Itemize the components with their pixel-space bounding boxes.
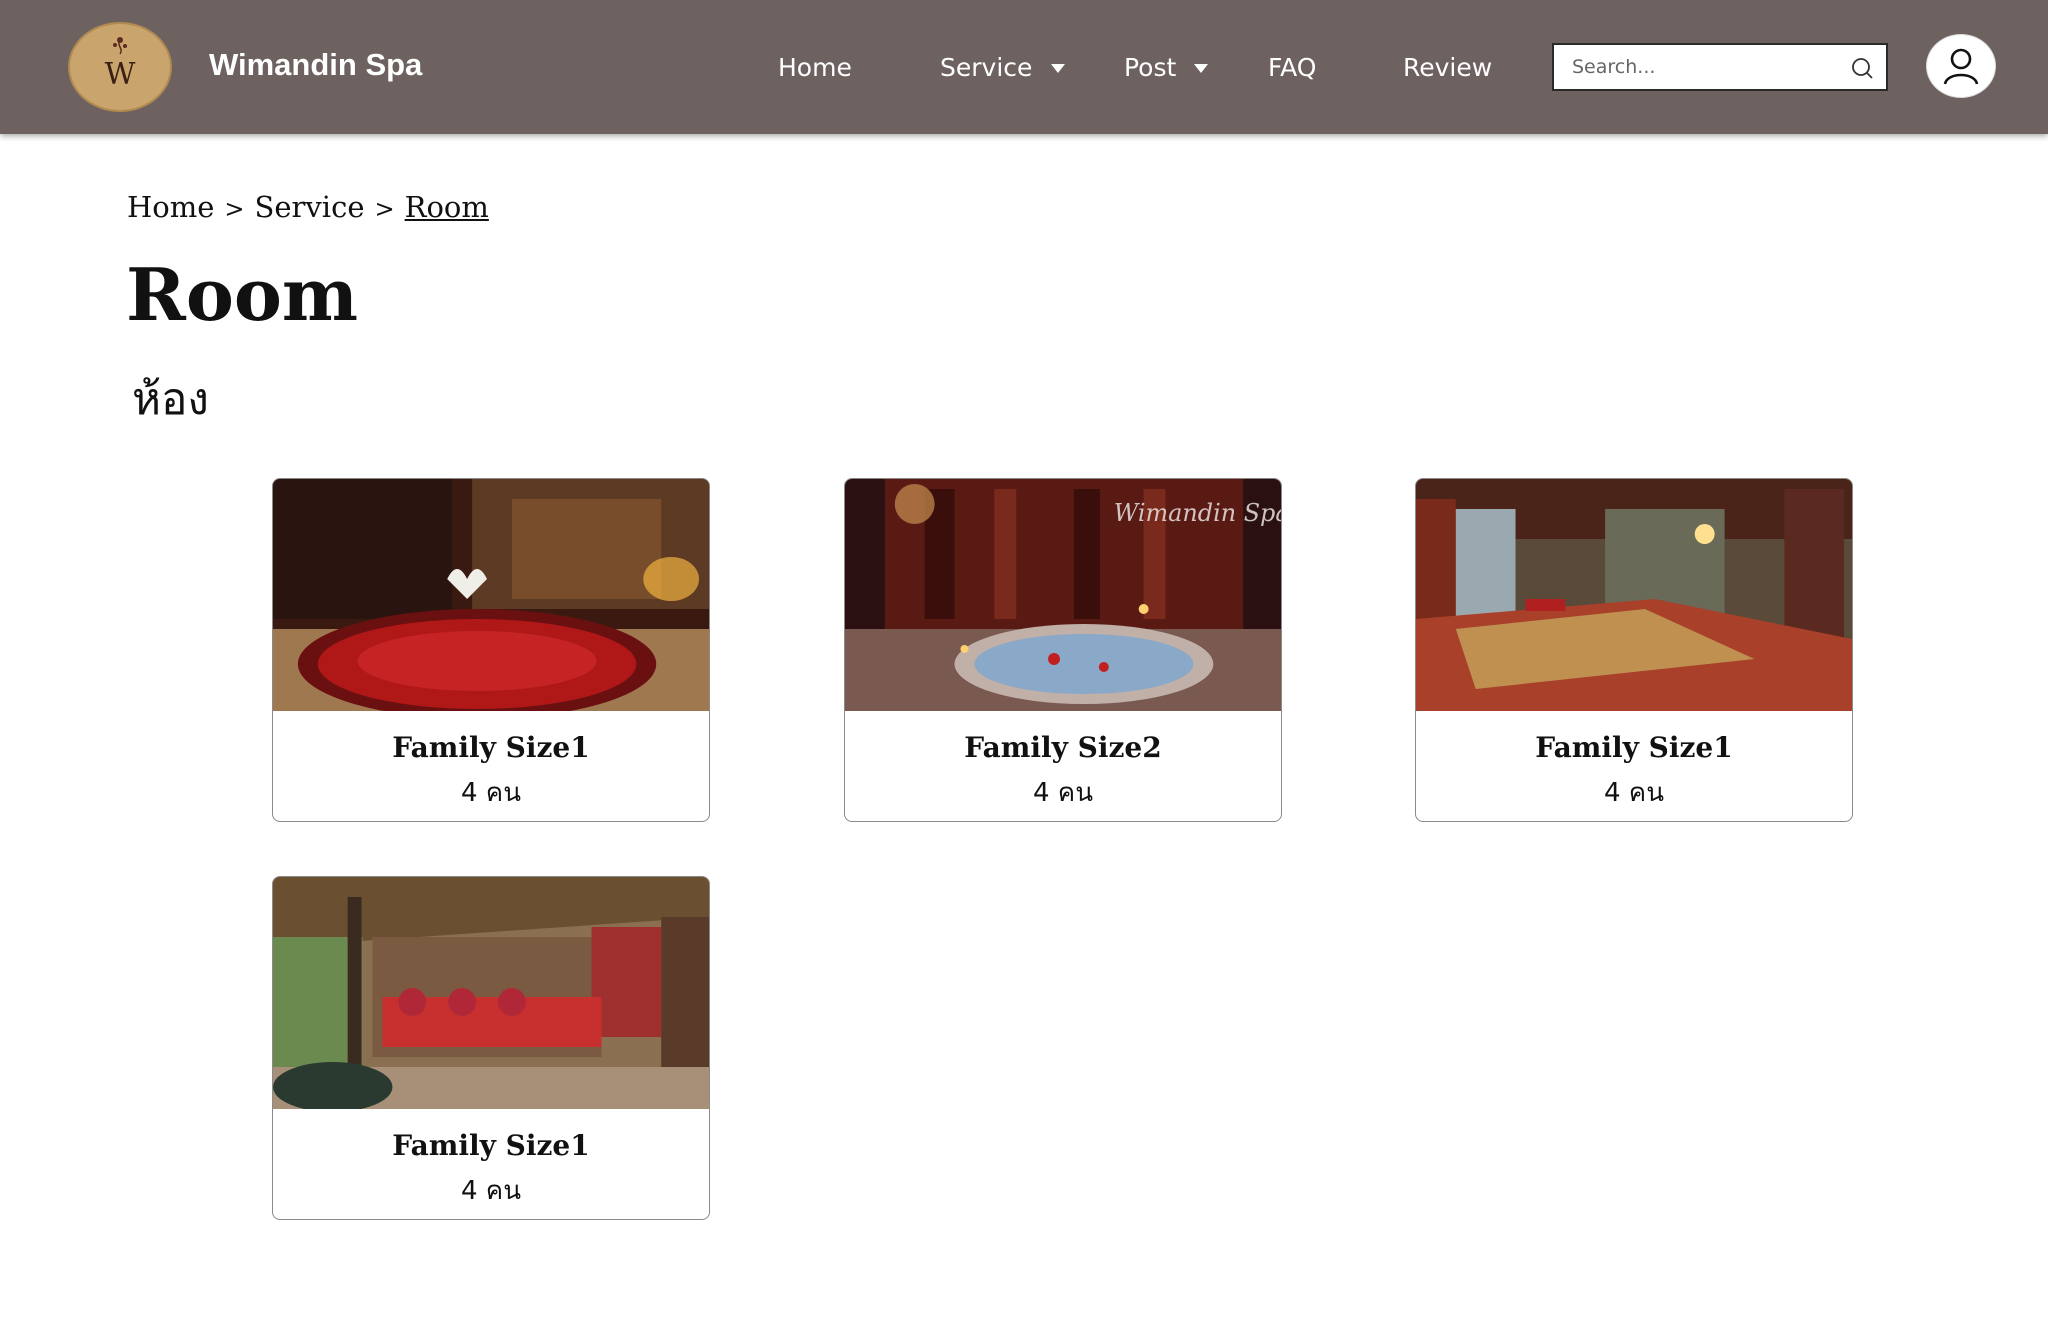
breadcrumb: Home > Service > Room [127,190,489,224]
room-name: Family Size2 [964,731,1162,764]
room-card[interactable]: Family Size1 4 คน [272,478,710,822]
service-dropdown-caret-icon[interactable] [1051,64,1065,73]
breadcrumb-service[interactable]: Service [255,190,365,224]
room-capacity: 4 คน [461,778,521,808]
room-name: Family Size1 [392,1129,590,1162]
site-header: W Wimandin Spa Home Service Post FAQ Rev… [0,0,2048,134]
nav-post[interactable]: Post [1124,54,1176,82]
page-title: Room [126,252,359,337]
room-card[interactable]: Family Size1 4 คน [272,876,710,1220]
room-capacity: 4 คน [1033,778,1093,808]
room-card[interactable]: Wimandin Spa Family Size2 4 คน [844,478,1282,822]
page-subtitle: ห้อง [132,374,209,425]
room-name: Family Size1 [1535,731,1733,764]
nav-review[interactable]: Review [1403,54,1492,82]
room-capacity: 4 คน [1604,778,1664,808]
logo-emblem-icon: W [105,37,136,92]
room-capacity: 4 คน [461,1176,521,1206]
search-input[interactable] [1572,45,1832,89]
room-photo-massage-beds [1416,479,1852,711]
breadcrumb-separator: > [374,195,395,223]
search-icon[interactable] [1850,55,1876,81]
room-photo-candle-pool: Wimandin Spa [845,479,1281,711]
brand-logo[interactable]: W [68,22,172,112]
room-card[interactable]: Family Size1 4 คน [1415,478,1853,822]
svg-text:Wimandin Spa: Wimandin Spa [1114,499,1281,527]
post-dropdown-caret-icon[interactable] [1194,64,1208,73]
brand-name[interactable]: Wimandin Spa [209,47,422,83]
nav-home[interactable]: Home [778,54,852,82]
room-photo-flower-bath [273,479,709,711]
search-box [1552,43,1888,91]
breadcrumb-separator: > [224,195,245,223]
user-account-button[interactable] [1926,34,1996,98]
room-photo-outdoor-lounge [273,877,709,1109]
nav-faq[interactable]: FAQ [1268,54,1316,82]
user-account-icon [1943,48,1979,85]
svg-text:W: W [105,57,136,92]
room-name: Family Size1 [392,731,590,764]
breadcrumb-current[interactable]: Room [405,190,489,224]
breadcrumb-home[interactable]: Home [127,190,214,224]
nav-service[interactable]: Service [940,54,1032,82]
